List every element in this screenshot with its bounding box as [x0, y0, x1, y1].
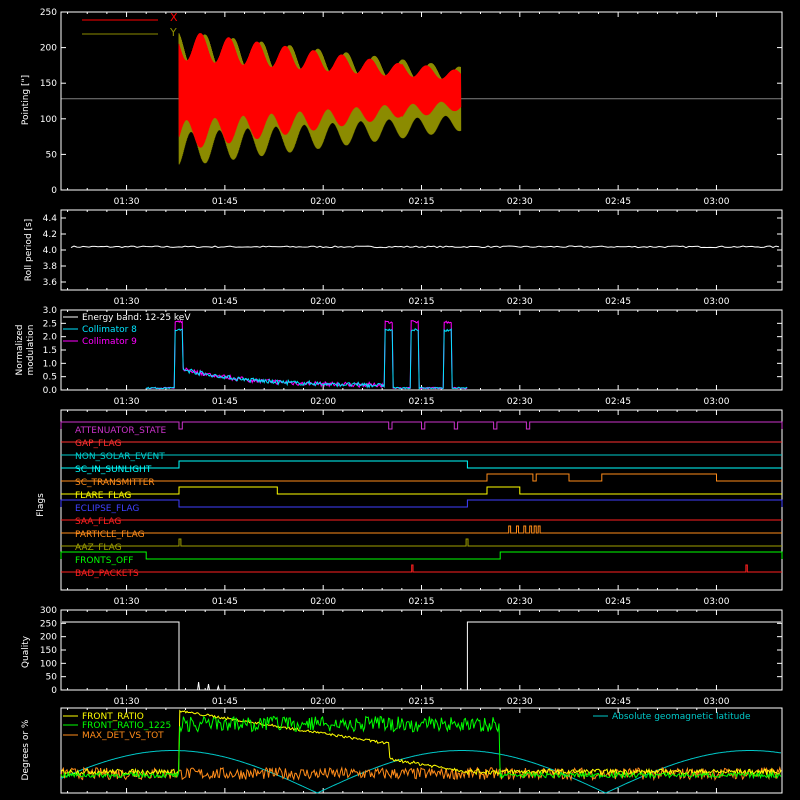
flag-label-particle_flag: PARTICLE_FLAG [75, 530, 145, 540]
pointing-legend-x: X [170, 11, 178, 24]
ratios-ylabel: Degrees or % [21, 719, 31, 780]
modulation-legend-c8: Collimator 8 [82, 325, 137, 335]
quality-ytick-label: 150 [40, 646, 57, 656]
roll-xtick-label: 02:30 [507, 297, 533, 307]
flag-label-attenuator_state: ATTENUATOR_STATE [75, 426, 167, 436]
pointing-ytick-label: 200 [40, 44, 57, 54]
modulation-ytick-label: 2.5 [43, 319, 57, 329]
quality-ytick-label: 250 [40, 619, 57, 629]
flags-xtick-label: 02:30 [507, 597, 533, 607]
flags-xtick-label: 02:00 [310, 597, 336, 607]
monitor-chart: 01:30 01:45 02:00 02:15 02:30 02:45 03:00 0 50 10… [0, 0, 800, 800]
pointing-xtick-label: 02:00 [310, 197, 336, 207]
pointing-ytick-label: 250 [40, 8, 57, 18]
flag-label-non_solar_event: NON_SOLAR_EVENT [75, 452, 165, 462]
pointing-xtick-label: 02:30 [507, 197, 533, 207]
flag-label-saa_flag: SAA_FLAG [75, 517, 121, 527]
quality-ylabel: Quality [21, 635, 31, 668]
roll-xtick-label: 02:00 [310, 297, 336, 307]
roll-xtick-label: 01:45 [212, 297, 238, 307]
pointing-ytick-label: 150 [40, 79, 57, 89]
quality-xtick-label: 01:30 [114, 697, 140, 707]
flags-ylabel: Flags [36, 493, 46, 517]
roll-xtick-label: 03:00 [703, 297, 729, 307]
modulation-ytick-label: 2.0 [43, 333, 58, 343]
modulation-xtick-label: 02:15 [409, 397, 435, 407]
roll-ytick-label: 4.0 [43, 246, 58, 256]
ratios-legend-front-ratio-1225: FRONT_RATIO_1225 [82, 721, 171, 731]
modulation-xtick-label: 01:45 [212, 397, 238, 407]
pointing-ytick-label: 100 [40, 115, 57, 125]
roll-ytick-label: 3.6 [43, 278, 58, 288]
flags-xtick-label: 01:45 [212, 597, 238, 607]
flags-xtick-label: 02:45 [605, 597, 631, 607]
roll-ytick-label: 4.4 [43, 214, 58, 224]
roll-ytick-label: 3.8 [43, 262, 58, 272]
quality-ytick-label: 0 [51, 686, 57, 696]
roll-xtick-label: 02:15 [409, 297, 435, 307]
modulation-ytick-label: 3.0 [43, 306, 58, 316]
flags-xtick-label: 03:00 [703, 597, 729, 607]
modulation-energy-label: Energy band: 12-25 keV [82, 313, 191, 323]
roll-xtick-label: 02:45 [605, 297, 631, 307]
modulation-xtick-label: 02:45 [605, 397, 631, 407]
flags-xtick-label: 02:15 [409, 597, 435, 607]
modulation-ylabel-1: Normalized [15, 324, 25, 375]
quality-xtick-label: 03:00 [703, 697, 729, 707]
modulation-ytick-label: 1.5 [43, 346, 57, 356]
modulation-ylabel-2: modulation [26, 325, 36, 376]
quality-xtick-label: 02:30 [507, 697, 533, 707]
modulation-xtick-label: 02:00 [310, 397, 336, 407]
quality-xtick-label: 02:00 [310, 697, 336, 707]
pointing-xtick-label: 01:30 [114, 197, 140, 207]
modulation-xtick-label: 03:00 [703, 397, 729, 407]
flag-label-bad_packets: BAD_PACKETS [75, 569, 139, 579]
quality-ytick-label: 100 [40, 659, 57, 669]
ratios-legend-geomag: Absolute geomagnetic latitude [612, 712, 751, 722]
pointing-xtick-label: 02:45 [605, 197, 631, 207]
quality-ytick-label: 50 [46, 673, 58, 683]
pointing-legend-y: Y [169, 26, 177, 39]
roll-xtick-label: 01:30 [114, 297, 140, 307]
modulation-xtick-label: 02:30 [507, 397, 533, 407]
quality-xtick-label: 02:45 [605, 697, 631, 707]
pointing-ylabel: Pointing ["] [21, 75, 31, 125]
quality-ytick-label: 300 [40, 606, 57, 616]
quality-xtick-label: 02:15 [409, 697, 435, 707]
roll-ytick-label: 4.2 [43, 230, 57, 240]
modulation-ytick-label: 0.5 [43, 373, 57, 383]
roll-ylabel: Roll period [s] [24, 219, 34, 281]
flag-label-fronts_off: FRONTS_OFF [75, 556, 133, 566]
ratios-legend-max-det: MAX_DET_VS_TOT [82, 731, 164, 741]
modulation-ytick-label: 0.0 [43, 386, 58, 396]
quality-ytick-label: 200 [40, 633, 57, 643]
pointing-xtick-label: 02:15 [409, 197, 435, 207]
modulation-ytick-label: 1.0 [43, 359, 58, 369]
modulation-legend-c9: Collimator 9 [82, 337, 137, 347]
flag-label-eclipse_flag: ECLIPSE_FLAG [75, 504, 139, 514]
quality-xtick-label: 01:45 [212, 697, 238, 707]
flag-label-sc_transmitter: SC_TRANSMITTER [75, 478, 155, 488]
modulation-xtick-label: 01:30 [114, 397, 140, 407]
flags-xtick-label: 01:30 [114, 597, 140, 607]
pointing-xtick-label: 01:45 [212, 197, 238, 207]
flag-label-gap_flag: GAP_FLAG [75, 439, 121, 449]
flag-label-sc_in_sunlight: SC_IN_SUNLIGHT [75, 465, 152, 475]
pointing-ytick-label: 50 [46, 150, 58, 160]
pointing-ytick-label: 0 [51, 186, 57, 196]
pointing-xtick-label: 03:00 [703, 197, 729, 207]
